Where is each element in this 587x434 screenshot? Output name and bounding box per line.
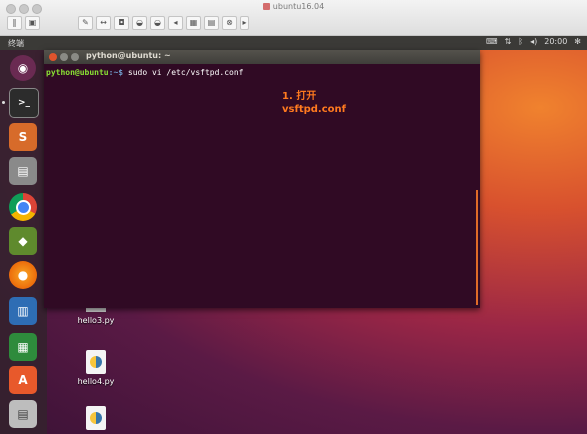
vm-host-toolbar: ubuntu16.04 ‖ ▣ ✎ ↔ ◘ ◒ ◒ ◂ ▦ ▤ ⊗ ▸ <box>0 0 587 36</box>
sublime-text-icon[interactable]: S <box>9 123 37 151</box>
more-arrow-icon[interactable]: ▸ <box>240 16 249 30</box>
printer-icon[interactable]: ▤ <box>9 400 37 428</box>
usb-icon[interactable]: ⊗ <box>222 16 237 30</box>
chrome-icon[interactable] <box>9 193 37 221</box>
floppy-icon[interactable]: ▤ <box>204 16 219 30</box>
bluetooth-icon[interactable]: ᛒ <box>518 37 523 46</box>
arrows-icon[interactable]: ↔ <box>96 16 111 30</box>
volume-icon[interactable]: ◂) <box>530 37 537 46</box>
terminal-content[interactable]: python@ubuntu:~$ sudo vi /etc/vsftpd.con… <box>44 64 480 81</box>
prompt-user: python@ubuntu <box>46 68 109 77</box>
clock[interactable]: 20:00 <box>544 37 567 46</box>
system-tray: ⌨ ⇅ ᛒ ◂) 20:00 ✻ <box>486 37 581 46</box>
display-icon[interactable]: ◘ <box>114 16 129 30</box>
speaker-icon[interactable]: ◂ <box>168 16 183 30</box>
firefox-icon[interactable]: ● <box>9 261 37 289</box>
desktop-file-hello3[interactable]: hello3.py <box>66 308 126 325</box>
files-icon[interactable]: ▤ <box>9 157 37 185</box>
printer-icon[interactable]: ▦ <box>186 16 201 30</box>
instruction-annotation: 1. 打开 vsftpd.conf <box>282 90 346 116</box>
wrench-icon[interactable]: ✎ <box>78 16 93 30</box>
prompt-path: :~$ <box>108 68 124 77</box>
terminal-titlebar[interactable]: python@ubuntu: ~ <box>44 50 480 64</box>
python-file-icon <box>86 406 106 430</box>
keyboard-icon[interactable]: ⌨ <box>486 37 498 46</box>
terminal-title: python@ubuntu: ~ <box>86 51 171 60</box>
dash-home-icon[interactable]: ◉ <box>10 55 36 81</box>
terminal-scrollbar[interactable] <box>476 190 478 305</box>
desktop-file-python[interactable] <box>66 406 126 433</box>
maximize-icon[interactable] <box>71 53 79 61</box>
ubuntu-top-panel: 终端 ⌨ ⇅ ᛒ ◂) 20:00 ✻ <box>0 36 587 50</box>
close-icon[interactable] <box>49 53 57 61</box>
active-app-name: 终端 <box>8 39 24 48</box>
annotation-filename: vsftpd.conf <box>282 104 346 115</box>
annotation-step: 1. 打开 <box>282 91 317 102</box>
cd-icon[interactable]: ◒ <box>150 16 165 30</box>
gear-icon[interactable]: ✻ <box>574 37 581 46</box>
drive-icon[interactable]: ◒ <box>132 16 147 30</box>
terminal-window[interactable]: python@ubuntu: ~ python@ubuntu:~$ sudo v… <box>44 50 480 308</box>
package-icon[interactable]: ◆ <box>9 227 37 255</box>
writer-icon[interactable]: ▥ <box>9 297 37 325</box>
snapshot-icon[interactable]: ▣ <box>25 16 40 30</box>
vm-icon <box>262 3 270 10</box>
file-label: hello4.py <box>77 377 115 386</box>
calc-icon[interactable]: ▦ <box>9 333 37 361</box>
running-indicator <box>2 101 5 104</box>
python-file-icon <box>86 350 106 374</box>
host-window-title: ubuntu16.04 <box>0 2 587 11</box>
desktop-file-hello4[interactable]: hello4.py <box>66 350 126 386</box>
terminal-launcher-icon[interactable]: >_ <box>9 88 39 118</box>
unity-launcher: ◉ >_ S ▤ ◆ ● ▥ ▦ A ▤ <box>0 50 47 434</box>
file-label: hello3.py <box>77 316 115 325</box>
software-center-icon[interactable]: A <box>9 366 37 394</box>
minimize-icon[interactable] <box>60 53 68 61</box>
network-icon[interactable]: ⇅ <box>505 37 512 46</box>
host-window-title-text: ubuntu16.04 <box>272 2 325 11</box>
pause-icon[interactable]: ‖ <box>7 16 22 30</box>
file-icon <box>86 308 106 312</box>
terminal-command: sudo vi /etc/vsftpd.conf <box>123 68 244 77</box>
